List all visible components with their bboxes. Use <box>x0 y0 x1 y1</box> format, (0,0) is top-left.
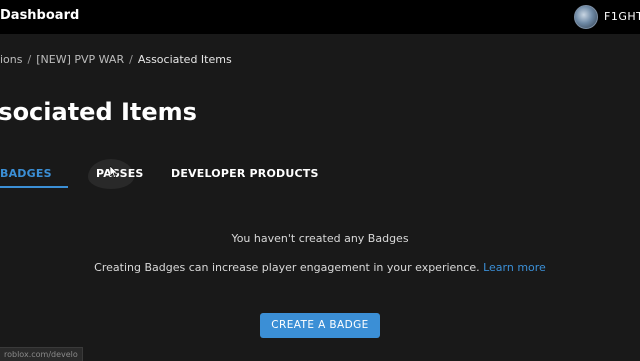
create-badge-button[interactable]: CREATE A BADGE <box>260 313 380 338</box>
breadcrumb-separator: / <box>129 53 133 66</box>
empty-state-message: You haven't created any Badges <box>231 232 409 245</box>
page-title: ssociated Items <box>0 98 197 126</box>
breadcrumb-item-experience[interactable]: [NEW] PVP WAR <box>36 53 124 66</box>
empty-state-sub-text: Creating Badges can increase player enga… <box>94 261 480 274</box>
breadcrumb: ions / [NEW] PVP WAR / Associated Items <box>0 53 232 66</box>
empty-state-description: Creating Badges can increase player enga… <box>0 261 640 274</box>
breadcrumb-item-current: Associated Items <box>137 53 232 66</box>
username-label[interactable]: F1GHTS <box>604 10 640 23</box>
user-avatar-icon[interactable] <box>574 5 598 29</box>
status-bar-url: roblox.com/develo <box>0 347 83 361</box>
top-navigation-bar: Dashboard F1GHTS <box>0 0 640 34</box>
breadcrumb-separator: / <box>27 53 32 66</box>
mouse-cursor-icon <box>110 166 118 178</box>
learn-more-link[interactable]: Learn more <box>483 261 546 274</box>
dashboard-title[interactable]: Dashboard <box>0 8 79 23</box>
tab-developer-products[interactable]: DEVELOPER PRODUCTS <box>171 167 319 180</box>
tab-badges[interactable]: BADGES <box>0 167 52 180</box>
breadcrumb-item-creations[interactable]: ions <box>0 53 23 66</box>
active-tab-indicator <box>0 186 68 188</box>
tab-passes[interactable]: PASSES <box>96 167 144 180</box>
